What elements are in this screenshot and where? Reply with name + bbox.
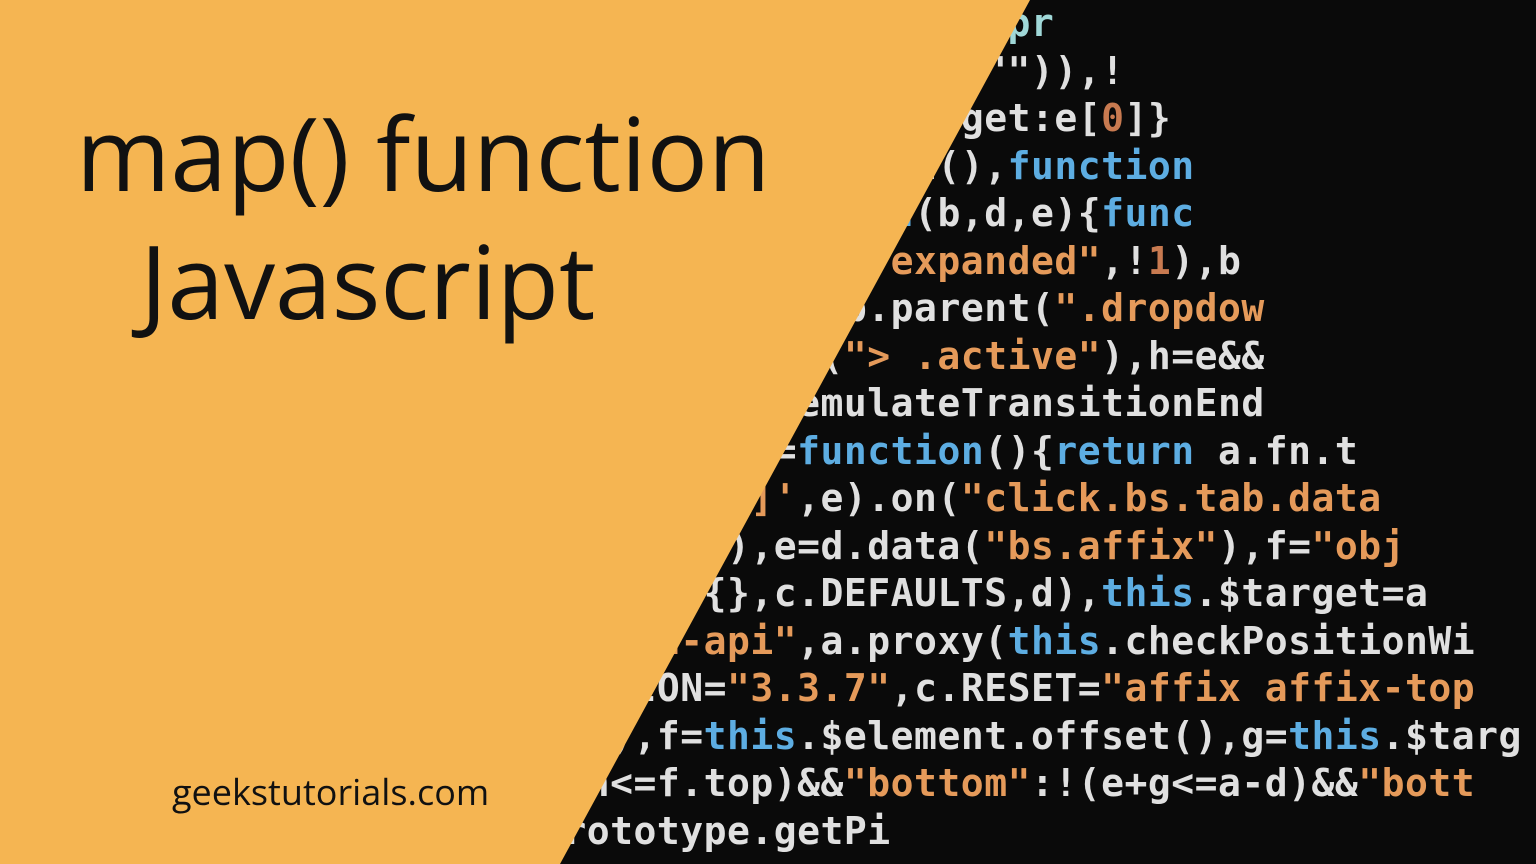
site-credit: geekstutorials.com xyxy=(172,767,489,816)
